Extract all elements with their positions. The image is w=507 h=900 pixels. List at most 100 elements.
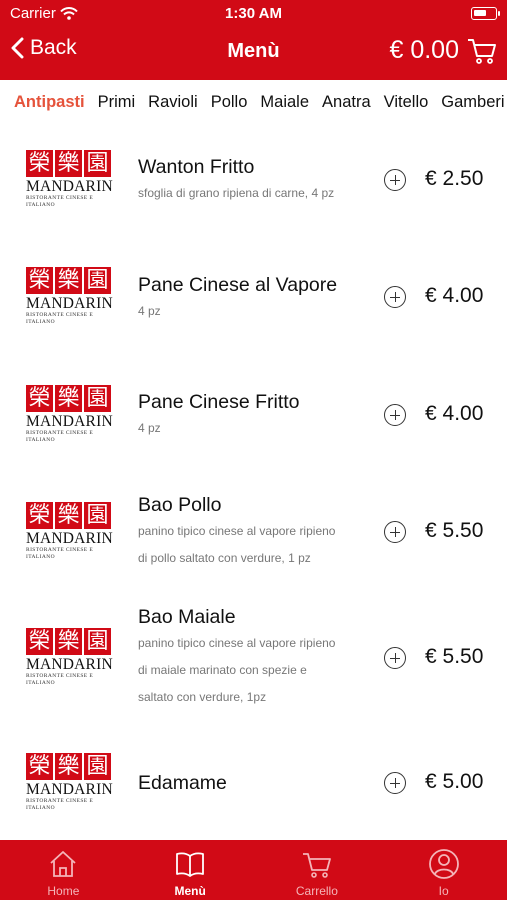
item-price: € 5.50 — [425, 645, 484, 668]
logo-name: MANDARIN — [26, 178, 113, 195]
logo-characters: 榮樂園 — [26, 628, 114, 655]
logo-character: 榮 — [26, 628, 53, 655]
tab-cart[interactable]: Carrello — [254, 840, 381, 900]
cart-icon — [302, 853, 331, 878]
logo-character: 榮 — [26, 502, 53, 529]
item-price: € 4.00 — [425, 402, 484, 425]
restaurant-logo: 榮樂園 MANDARIN Ristorante Cinese e Italiano — [26, 628, 114, 688]
user-icon — [428, 849, 459, 879]
restaurant-logo: 榮樂園 MANDARIN Ristorante Cinese e Italiano — [26, 502, 114, 562]
logo-subtitle: Ristorante Cinese e Italiano — [26, 673, 94, 686]
logo-character: 榮 — [26, 385, 53, 412]
home-icon — [50, 851, 76, 877]
item-price: € 5.00 — [425, 770, 484, 793]
logo-characters: 榮樂園 — [26, 385, 114, 412]
logo-characters: 榮樂園 — [26, 267, 114, 294]
item-price: € 5.50 — [425, 519, 484, 542]
item-description: panino tipico cinese al vapore ripieno — [138, 524, 336, 538]
category-tab[interactable]: Gamberi — [441, 93, 504, 112]
navigation-bar: Back Menù € 0.00 — [0, 28, 507, 80]
logo-characters: 榮樂園 — [26, 753, 114, 780]
add-to-cart-button[interactable] — [384, 521, 406, 543]
logo-name: MANDARIN — [26, 413, 113, 430]
logo-character: 榮 — [26, 150, 53, 177]
category-tab[interactable]: Antipasti — [14, 93, 85, 112]
logo-subtitle: Ristorante Cinese e Italiano — [26, 547, 94, 560]
logo-name: MANDARIN — [26, 781, 113, 798]
back-label: Back — [30, 36, 77, 59]
logo-character: 園 — [84, 267, 111, 294]
logo-name: MANDARIN — [26, 656, 113, 673]
logo-name: MANDARIN — [26, 295, 113, 312]
restaurant-logo: 榮樂園 MANDARIN Ristorante Cinese e Italiano — [26, 150, 114, 210]
item-description: di maiale marinato con spezie e — [138, 663, 307, 677]
logo-character: 園 — [84, 385, 111, 412]
restaurant-logo: 榮樂園 MANDARIN Ristorante Cinese e Italiano — [26, 753, 114, 813]
logo-character: 園 — [84, 753, 111, 780]
item-name: Edamame — [138, 772, 227, 794]
item-description: 4 pz — [138, 304, 161, 318]
tab-bar: Home Menù Carrello Io — [0, 840, 507, 900]
item-name: Pane Cinese al Vapore — [138, 274, 338, 296]
restaurant-logo: 榮樂園 MANDARIN Ristorante Cinese e Italiano — [26, 267, 114, 327]
add-to-cart-button[interactable] — [384, 404, 406, 426]
logo-characters: 榮樂園 — [26, 150, 114, 177]
chevron-left-icon — [11, 37, 24, 59]
category-tabs: Antipasti Primi Ravioli Pollo Maiale Anatra Vi… — [0, 80, 507, 126]
logo-character: 樂 — [55, 502, 82, 529]
item-name: Pane Cinese Fritto — [138, 391, 300, 413]
cart-total-amount: € 0.00 — [389, 36, 459, 64]
item-description: saltato con verdure, 1pz — [138, 690, 267, 704]
category-tab[interactable]: Ravioli — [148, 93, 198, 112]
book-icon — [176, 852, 205, 877]
tab-label: Io — [438, 884, 449, 898]
logo-character: 樂 — [55, 267, 82, 294]
category-tab[interactable]: Vitello — [384, 93, 429, 112]
category-tab[interactable]: Maiale — [260, 93, 309, 112]
item-price: € 2.50 — [425, 167, 484, 190]
back-button[interactable]: Back — [10, 36, 77, 60]
battery-icon — [471, 7, 500, 20]
item-description: 4 pz — [138, 421, 161, 435]
logo-subtitle: Ristorante Cinese e Italiano — [26, 195, 94, 208]
logo-characters: 榮樂園 — [26, 502, 114, 529]
category-track: Antipasti Primi Ravioli Pollo Maiale Anatra Vi… — [14, 93, 505, 112]
item-description: sfoglia di grano ripiena di carne, 4 pz — [138, 186, 335, 200]
logo-subtitle: Ristorante Cinese e Italiano — [26, 798, 94, 811]
add-to-cart-button[interactable] — [384, 647, 406, 669]
app-header: Carrier 1:30 AM Back Menù € 0.00 — [0, 0, 507, 80]
tab-home[interactable]: Home — [0, 840, 127, 900]
logo-character: 榮 — [26, 753, 53, 780]
tab-label: Home — [47, 884, 80, 898]
logo-character: 榮 — [26, 267, 53, 294]
add-to-cart-button[interactable] — [384, 169, 406, 191]
category-tab[interactable]: Anatra — [322, 93, 371, 112]
item-name: Wanton Fritto — [138, 156, 255, 178]
cart-total-button[interactable]: € 0.00 — [389, 36, 497, 65]
restaurant-logo: 榮樂園 MANDARIN Ristorante Cinese e Italiano — [26, 385, 114, 445]
logo-character: 樂 — [55, 753, 82, 780]
item-description: panino tipico cinese al vapore ripieno — [138, 636, 336, 650]
logo-subtitle: Ristorante Cinese e Italiano — [26, 312, 94, 325]
item-name: Bao Maiale — [138, 606, 236, 628]
logo-character: 樂 — [55, 628, 82, 655]
tab-label: Carrello — [295, 884, 338, 898]
logo-character: 園 — [84, 628, 111, 655]
item-description: di pollo saltato con verdure, 1 pz — [138, 551, 311, 565]
add-to-cart-button[interactable] — [384, 286, 406, 308]
category-tab[interactable]: Primi — [98, 93, 136, 112]
add-to-cart-button[interactable] — [384, 772, 406, 794]
tab-menu[interactable]: Menù — [127, 840, 254, 900]
status-bar: Carrier 1:30 AM — [0, 0, 507, 28]
cart-icon — [468, 38, 496, 64]
item-name: Bao Pollo — [138, 494, 222, 516]
category-tab[interactable]: Pollo — [211, 93, 248, 112]
menu-list: 榮樂園 MANDARIN Ristorante Cinese e Italiano W… — [0, 126, 507, 840]
logo-name: MANDARIN — [26, 530, 113, 547]
logo-subtitle: Ristorante Cinese e Italiano — [26, 430, 94, 443]
tab-profile[interactable]: Io — [380, 840, 507, 900]
logo-character: 園 — [84, 150, 111, 177]
logo-character: 樂 — [55, 150, 82, 177]
logo-character: 樂 — [55, 385, 82, 412]
item-price: € 4.00 — [425, 284, 484, 307]
